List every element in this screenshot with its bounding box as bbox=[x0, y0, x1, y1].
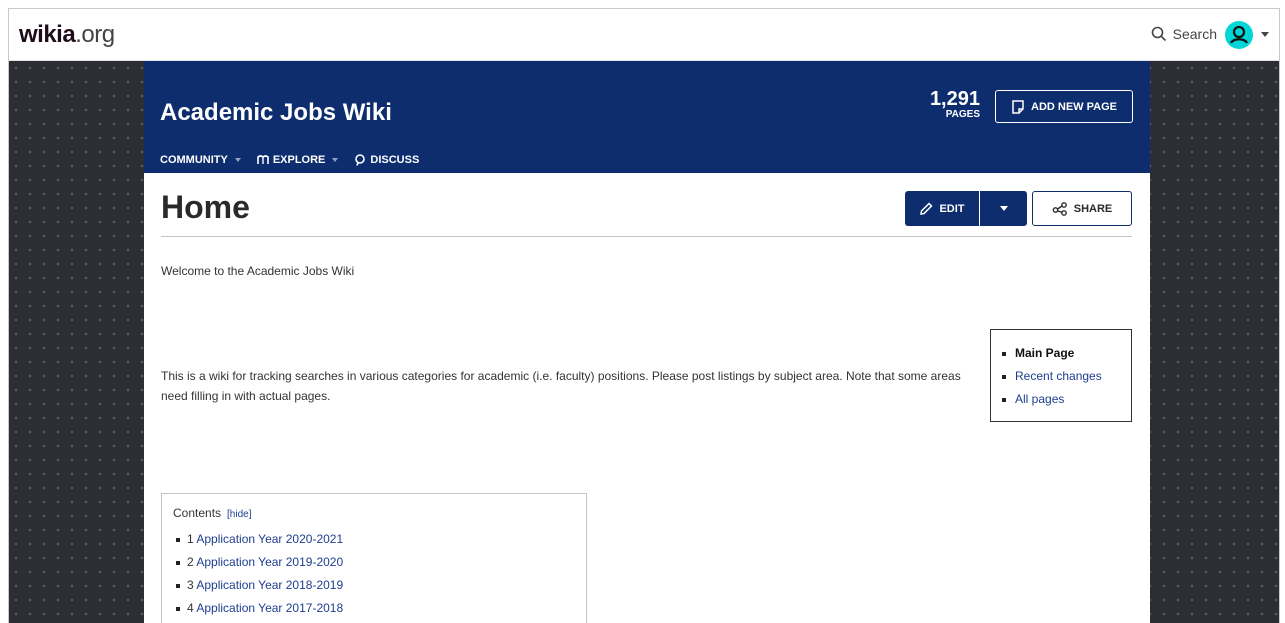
share-label: SHARE bbox=[1073, 202, 1113, 215]
search-icon bbox=[1151, 26, 1166, 42]
toc-title: Contents [hide] bbox=[173, 506, 586, 520]
toc-item[interactable]: 2 Application Year 2019-2020 bbox=[176, 551, 586, 574]
edit-button[interactable]: EDIT bbox=[905, 191, 980, 226]
user-avatar[interactable] bbox=[1225, 21, 1253, 49]
share-button[interactable]: SHARE bbox=[1032, 191, 1132, 226]
edit-button-group: EDIT bbox=[905, 191, 1027, 226]
sidebox-item-main-page: Main Page bbox=[1002, 342, 1131, 365]
toc-item-number: 1 bbox=[187, 532, 194, 546]
sidebox-item-all-pages[interactable]: All pages bbox=[1002, 388, 1131, 411]
sidebox-item-recent-changes[interactable]: Recent changes bbox=[1002, 365, 1131, 388]
title-divider bbox=[161, 236, 1132, 237]
global-navigation: wikia.org Search bbox=[9, 9, 1279, 61]
search-button[interactable]: Search bbox=[1151, 26, 1217, 42]
page-counter: 1,291 PAGES bbox=[930, 89, 980, 121]
pencil-icon bbox=[920, 201, 934, 215]
nav-discuss-label: DISCUSS bbox=[370, 154, 420, 166]
page-title: Home bbox=[161, 189, 250, 225]
share-icon bbox=[1052, 201, 1067, 216]
toc-item-number: 2 bbox=[187, 555, 194, 569]
chevron-down-icon bbox=[999, 206, 1008, 211]
explore-icon bbox=[257, 155, 269, 164]
page-count-label: PAGES bbox=[945, 109, 980, 120]
nav-explore[interactable]: EXPLORE bbox=[257, 154, 339, 166]
add-new-page-button[interactable]: ADD NEW PAGE bbox=[995, 90, 1133, 123]
toc-item-label[interactable]: Application Year 2018-2019 bbox=[196, 578, 343, 592]
nav-community-label: COMMUNITY bbox=[160, 154, 228, 166]
page-count: 1,291 bbox=[929, 88, 980, 110]
toc-item[interactable]: 1 Application Year 2020-2021 bbox=[176, 528, 586, 551]
add-new-page-label: ADD NEW PAGE bbox=[1031, 100, 1117, 113]
toc-item-label[interactable]: Application Year 2017-2018 bbox=[196, 601, 343, 615]
toc-item[interactable]: 4 Application Year 2017-2018 bbox=[176, 597, 586, 620]
edit-dropdown-button[interactable] bbox=[980, 191, 1027, 226]
toc-item[interactable]: 3 Application Year 2018-2019 bbox=[176, 574, 586, 597]
edit-label: EDIT bbox=[939, 202, 965, 215]
toc-item-number: 4 bbox=[187, 601, 194, 615]
toc-item-label[interactable]: Application Year 2019-2020 bbox=[196, 555, 343, 569]
table-of-contents: Contents [hide] 1 Application Year 2020-2… bbox=[161, 493, 587, 623]
nav-community[interactable]: COMMUNITY bbox=[160, 154, 241, 166]
welcome-text: Welcome to the Academic Jobs Wiki bbox=[161, 264, 355, 278]
wikia-logo[interactable]: wikia.org bbox=[19, 21, 115, 49]
chevron-down-icon bbox=[332, 158, 339, 162]
navigation-box: Main Page Recent changes All pages bbox=[990, 329, 1132, 422]
toc-hide-link[interactable]: [hide] bbox=[227, 509, 251, 520]
toc-item-label[interactable]: Application Year 2020-2021 bbox=[196, 532, 343, 546]
toc-title-text: Contents bbox=[173, 506, 222, 520]
intro-paragraph: This is a wiki for tracking searches in … bbox=[161, 369, 961, 403]
user-icon bbox=[1226, 22, 1252, 48]
chevron-down-icon bbox=[234, 158, 241, 162]
logo-bold-text: wikia bbox=[19, 21, 76, 48]
new-page-icon bbox=[1012, 99, 1024, 114]
discuss-icon bbox=[355, 154, 366, 166]
community-nav: COMMUNITY EXPLORE DISCUSS bbox=[160, 154, 419, 166]
logo-light-text: .org bbox=[75, 21, 115, 48]
toc-list: 1 Application Year 2020-2021 2 Applicati… bbox=[176, 528, 586, 620]
browser-frame: wikia.org Search Academic Jobs Wiki COMM… bbox=[8, 8, 1280, 623]
wiki-page: Academic Jobs Wiki COMMUNITY EXPLORE DIS… bbox=[144, 61, 1150, 623]
nav-discuss[interactable]: DISCUSS bbox=[354, 154, 419, 166]
search-label: Search bbox=[1172, 26, 1217, 42]
nav-explore-label: EXPLORE bbox=[272, 154, 326, 166]
wiki-title[interactable]: Academic Jobs Wiki bbox=[160, 99, 392, 127]
toc-item-number: 3 bbox=[187, 578, 194, 592]
chevron-down-icon[interactable] bbox=[1261, 32, 1269, 37]
community-header: Academic Jobs Wiki COMMUNITY EXPLORE DIS… bbox=[144, 61, 1150, 173]
